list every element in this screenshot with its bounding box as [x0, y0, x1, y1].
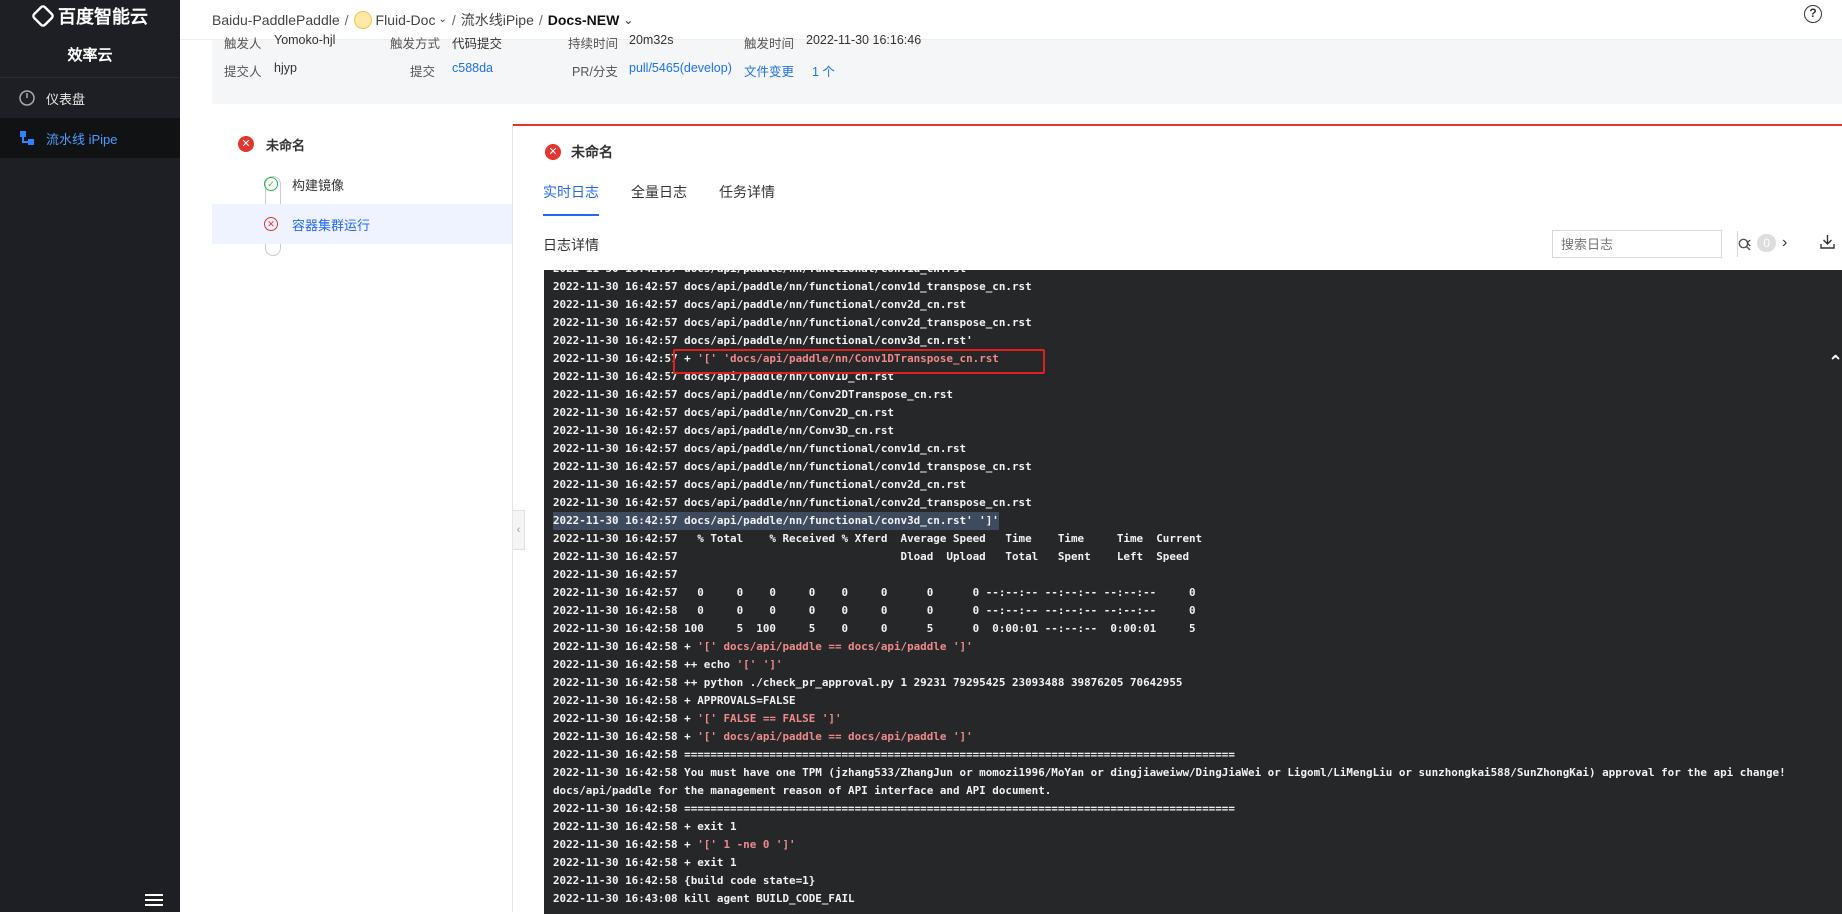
log-line: 2022-11-30 16:42:57 docs/api/paddle/nn/C…: [553, 406, 894, 419]
crumb-current[interactable]: Docs-NEW: [548, 12, 620, 28]
crumb-pipeline[interactable]: 流水线iPipe: [461, 10, 534, 30]
log-line: 2022-11-30 16:42:58 0 0 0 0 0 0 0 0 --:-…: [553, 604, 1196, 617]
log-line: 2022-11-30 16:42:57 docs/api/paddle/nn/f…: [553, 316, 1032, 329]
trigger-value: Yomoko-hjl: [274, 33, 336, 47]
stage-list: ✕ 未命名 ✓ 构建镜像 ✕ 容器集群运行: [212, 124, 512, 912]
sidebar-item-pipeline[interactable]: 流水线 iPipe: [0, 118, 180, 158]
log-line: 2022-11-30 16:42:57 docs/api/paddle/nn/f…: [553, 478, 967, 491]
log-section-title: 日志详情: [543, 237, 599, 253]
dashboard-icon: [19, 90, 35, 106]
tab-bar: 实时日志 全量日志 任务详情: [543, 182, 775, 216]
log-line: 2022-11-30 16:42:58 ====================…: [553, 802, 1235, 815]
error-icon: ✕: [238, 136, 254, 152]
log-line: 2022-11-30 16:42:57 Dload Upload Total S…: [553, 550, 1190, 563]
download-icon[interactable]: [1820, 234, 1835, 254]
build-info: 触发人 Yomoko-hjl 触发方式 代码提交 持续时间 20m32s 触发时…: [212, 33, 1842, 104]
mode-value: 代码提交: [452, 37, 503, 51]
sidebar-item-label: 仪表盘: [46, 91, 86, 107]
sidebar-item-label: 流水线 iPipe: [46, 131, 118, 147]
log-line: 2022-11-30 16:42:57 docs/api/paddle/nn/f…: [553, 496, 1032, 509]
chevron-down-icon[interactable]: ⌄: [623, 13, 633, 27]
tab-realtime-log[interactable]: 实时日志: [543, 182, 599, 216]
chevron-down-icon[interactable]: ⌄: [438, 14, 446, 25]
annotation-highlight-box: [673, 349, 1045, 374]
log-line: 2022-11-30 16:42:58 {build code state=1}: [553, 874, 816, 887]
job-item[interactable]: ✕ 容器集群运行: [212, 204, 512, 244]
job-label: 容器集群运行: [292, 217, 371, 233]
duration-value: 20m32s: [629, 33, 674, 47]
log-line: 2022-11-30 16:42:58 + '[' FALSE == FALSE…: [553, 712, 842, 725]
files-changed-count[interactable]: 1 个: [812, 61, 835, 80]
match-pager: ‹ 0 ›: [1746, 234, 1787, 252]
log-line: docs/api/paddle for the management reaso…: [553, 784, 1052, 797]
time-value: 2022-11-30 16:16:46: [806, 33, 922, 47]
files-changed-label[interactable]: 文件变更: [744, 61, 794, 80]
success-icon: ✓: [264, 177, 278, 191]
log-line: 2022-11-30 16:42:57 % Total % Received %…: [553, 532, 1203, 545]
submitter-label: 提交人: [224, 65, 262, 79]
job-label: 构建镜像: [292, 177, 345, 193]
log-line: 2022-11-30 16:42:58 ====================…: [553, 748, 1235, 761]
log-line: 2022-11-30 16:42:57 docs/api/paddle/nn/C…: [553, 424, 894, 437]
pr-link[interactable]: pull/5465(develop): [629, 61, 732, 75]
log-line: 2022-11-30 16:42:57 docs/api/paddle/nn/f…: [553, 442, 967, 455]
pipeline-icon: [20, 131, 34, 145]
log-search: [1552, 230, 1751, 258]
tab-task-detail[interactable]: 任务详情: [719, 182, 775, 216]
pr-label: PR/分支: [572, 65, 618, 79]
chevron-right-icon[interactable]: ›: [1782, 234, 1787, 252]
commit-link[interactable]: c588da: [452, 61, 493, 75]
trigger-label: 触发人: [224, 37, 262, 51]
submitter-value: hjyp: [274, 61, 297, 75]
log-line: 2022-11-30 16:42:58 + '[' 1 -ne 0 ']': [553, 838, 796, 851]
stage-item[interactable]: ✕ 未命名: [212, 124, 512, 164]
tab-full-log[interactable]: 全量日志: [631, 182, 687, 216]
brand-logo[interactable]: 百度智能云: [0, 0, 180, 32]
job-title: ✕ 未命名: [545, 142, 613, 162]
brand-name: 百度智能云: [58, 7, 148, 27]
search-input[interactable]: [1553, 231, 1737, 257]
log-line: 2022-11-30 16:42:58 + '[' docs/api/paddl…: [553, 730, 973, 743]
stage-label: 未命名: [266, 137, 306, 153]
sidebar: 百度智能云 效率云 仪表盘 流水线 iPipe: [0, 0, 180, 912]
crumb-org[interactable]: Baidu-PaddlePaddle: [212, 12, 340, 28]
product-name: 效率云: [0, 32, 180, 78]
duration-label: 持续时间: [568, 37, 619, 51]
log-line: 2022-11-30 16:42:58 + exit 1: [553, 820, 737, 833]
log-line: 2022-11-30 16:42:57 0 0 0 0 0 0 0 0 --:-…: [553, 586, 1196, 599]
menu-collapse-icon[interactable]: [145, 894, 163, 908]
log-line: 2022-11-30 16:42:58 + '[' docs/api/paddl…: [553, 640, 973, 653]
mode-label: 触发方式: [390, 37, 441, 51]
log-line: 2022-11-30 16:42:57 docs/api/paddle/nn/f…: [553, 280, 1032, 293]
log-line: 2022-11-30 16:42:58 You must have one TP…: [553, 766, 1786, 779]
sidebar-item-dashboard[interactable]: 仪表盘: [0, 78, 180, 118]
error-icon: ✕: [545, 144, 561, 160]
job-detail-pane: ✕ 未命名 实时日志 全量日志 任务详情 日志详情 ‹ 0 › 2022-11-…: [513, 124, 1842, 914]
log-line: 2022-11-30 16:42:58 ++ echo '[' ']': [553, 658, 783, 671]
match-count: 0: [1757, 234, 1777, 252]
log-line: 2022-11-30 16:42:57 docs/api/paddle/nn/f…: [553, 270, 1786, 278]
scroll-to-top-icon[interactable]: ⌃: [1828, 352, 1842, 373]
error-icon: ✕: [264, 217, 278, 231]
time-label: 触发时间: [744, 37, 795, 51]
log-line: 2022-11-30 16:42:58 ++ python ./check_pr…: [553, 676, 1183, 689]
commit-label: 提交: [410, 65, 436, 79]
cloud-logo-icon: [30, 3, 56, 29]
log-line: 2022-11-30 16:42:58 100 5 100 5 0 0 5 0 …: [553, 622, 1196, 635]
log-line: 2022-11-30 16:42:57 docs/api/paddle/nn/f…: [553, 334, 973, 347]
log-line: 2022-11-30 16:42:58 + exit 1: [553, 856, 737, 869]
log-line: 2022-11-30 16:42:57 docs/api/paddle/nn/f…: [553, 298, 967, 311]
log-line-selected: 2022-11-30 16:42:57 docs/api/paddle/nn/f…: [553, 512, 999, 530]
help-icon[interactable]: ?: [1804, 5, 1822, 23]
log-line: 2022-11-30 16:42:57 docs/api/paddle/nn/C…: [553, 388, 953, 401]
log-line: 2022-11-30 16:42:58 + APPROVALS=FALSE: [553, 694, 796, 707]
log-line: 2022-11-30 16:42:57: [553, 568, 678, 581]
log-line: 2022-11-30 16:43:08 kill agent BUILD_COD…: [553, 892, 855, 905]
log-line: 2022-11-30 16:42:57 docs/api/paddle/nn/f…: [553, 460, 1032, 473]
job-item[interactable]: ✓ 构建镜像: [212, 164, 512, 204]
crumb-repo[interactable]: Fluid-Doc: [376, 12, 436, 28]
chevron-left-icon[interactable]: ‹: [1746, 234, 1751, 252]
repo-icon: [353, 10, 372, 29]
